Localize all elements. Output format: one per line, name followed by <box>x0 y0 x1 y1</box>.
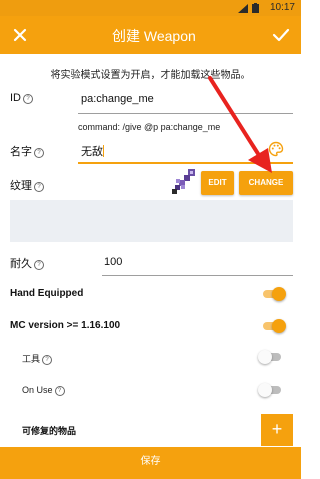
red-arrow-annotation <box>208 76 272 173</box>
